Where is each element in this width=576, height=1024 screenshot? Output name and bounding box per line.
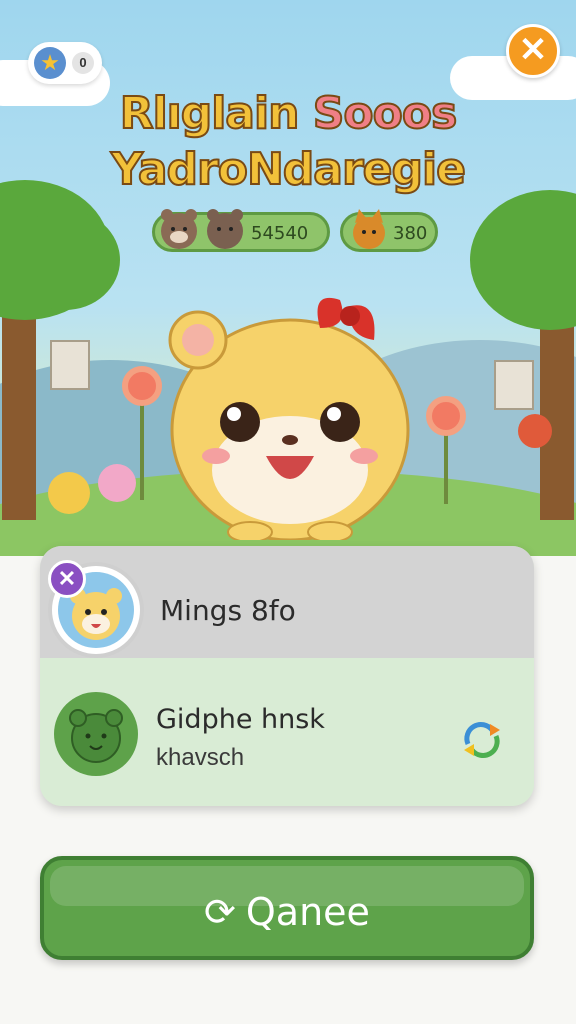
stat-pill-left: 54540 (152, 209, 330, 252)
star-counter[interactable]: ★ 0 (28, 42, 102, 84)
bear-avatar-icon (69, 709, 123, 763)
remove-badge[interactable]: ✕ (48, 560, 86, 598)
cat-icon (353, 209, 385, 249)
small-pink-pet (98, 464, 136, 502)
sunflower (426, 396, 466, 436)
link-icon: ⟳ (204, 890, 236, 934)
game-title-line2: YadroNdaregie (110, 143, 467, 196)
primary-action-button[interactable]: ⟳ Qanee (40, 856, 534, 960)
star-icon: ★ (34, 47, 66, 79)
friend-list-card: ✕ Mings 8fo Gidphe hnsk khavsch (40, 546, 534, 806)
small-red-pet (518, 414, 552, 448)
stat-pill-right: 380 (340, 209, 438, 252)
sync-icon[interactable] (458, 716, 506, 764)
star-count: 0 (72, 52, 94, 74)
close-button[interactable]: ✕ (506, 24, 560, 78)
flower-stem (140, 400, 144, 500)
stat-value-left: 54540 (251, 223, 309, 244)
primary-action-label: ⟳ Qanee (44, 890, 530, 934)
hamster-character[interactable] (150, 280, 430, 540)
small-hamster (48, 472, 90, 514)
tree-canopy (470, 190, 576, 330)
list-item[interactable]: ✕ Mings 8fo (40, 546, 534, 658)
hanging-bag (494, 360, 534, 410)
primary-action-text: Qanee (245, 890, 370, 934)
list-item-subtitle: khavsch (156, 744, 245, 771)
title-line1-main: Rlıglain (119, 87, 313, 140)
list-item-name: Gidphe hnsk (156, 704, 325, 735)
game-title-line1: Rlıglain Sooos (0, 87, 576, 140)
list-item-name: Mings 8fo (160, 594, 296, 627)
bear-icon (161, 209, 243, 249)
hanging-bag (50, 340, 90, 390)
avatar (54, 692, 138, 776)
stat-value-right: 380 (393, 223, 428, 244)
list-item[interactable]: Gidphe hnsk khavsch (40, 658, 534, 806)
title-line1-pink: Sooos (312, 87, 459, 140)
flower-stem (444, 434, 448, 504)
tree-canopy (10, 210, 120, 310)
